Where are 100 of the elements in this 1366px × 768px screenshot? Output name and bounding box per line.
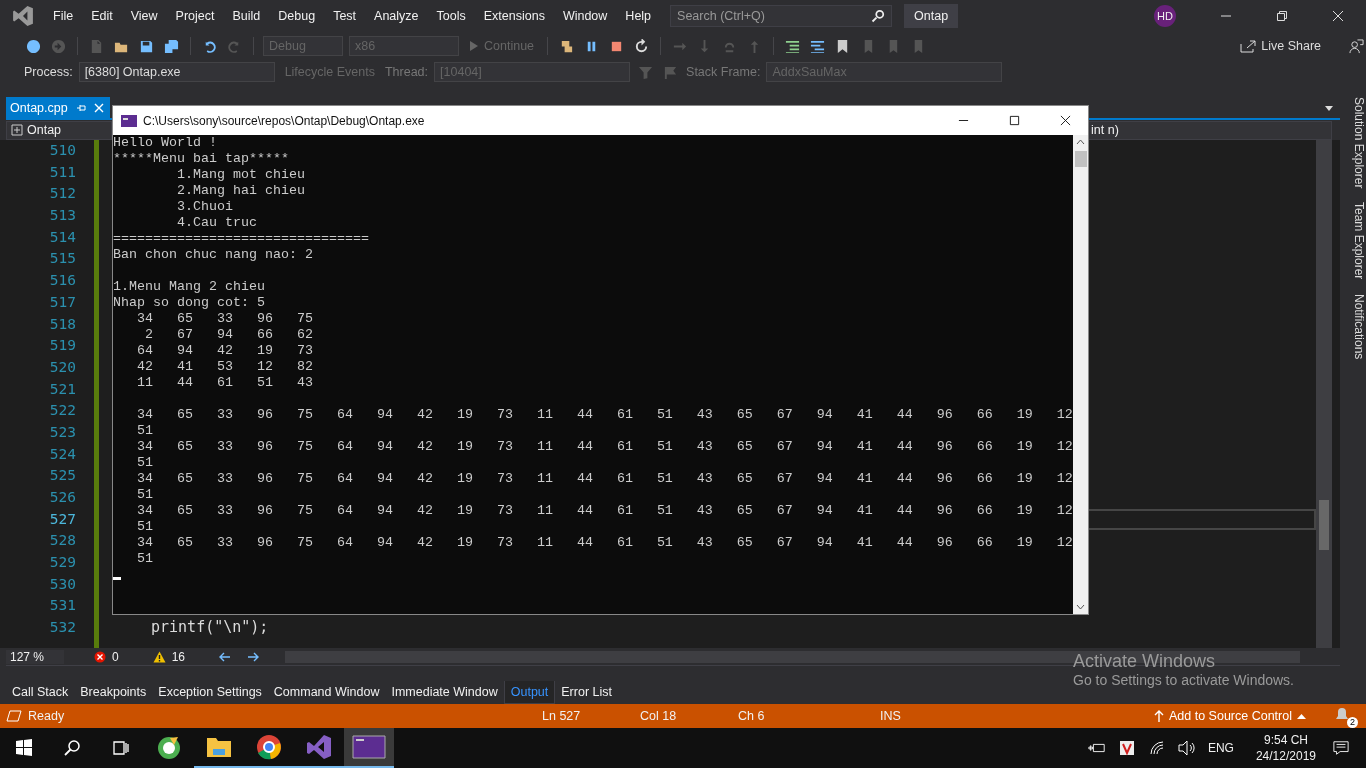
tool-window-tab[interactable]: Call Stack	[6, 681, 75, 703]
upload-arrow-icon	[1154, 710, 1164, 722]
clock-date: 24/12/2019	[1255, 748, 1316, 764]
line-number: 530	[48, 574, 77, 594]
windows-start-icon[interactable]	[14, 738, 34, 758]
line-number: 531	[48, 596, 77, 616]
console-line: Ban chon chuc nang nao: 2	[113, 247, 314, 263]
forward-arrow-icon[interactable]	[247, 651, 260, 662]
warning-icon	[152, 650, 166, 663]
search-icon	[871, 9, 886, 23]
restart-icon[interactable]	[634, 38, 650, 54]
console-line: 1.Mang mot chieu	[176, 167, 306, 183]
antivirus-icon[interactable]	[1117, 740, 1136, 756]
error-count[interactable]: 0	[112, 649, 119, 664]
warning-count[interactable]: 16	[171, 649, 186, 664]
menu-item[interactable]: Debug	[269, 9, 325, 23]
pin-icon[interactable]	[75, 102, 86, 113]
tool-window-tab[interactable]: Breakpoints	[74, 681, 153, 703]
side-panel-tab[interactable]: Solution Explorer	[1340, 97, 1366, 189]
restore-icon[interactable]	[1276, 10, 1288, 22]
clock-time: 9:54 CH	[1263, 732, 1308, 748]
project-dropdown[interactable]: Ontap	[6, 120, 112, 140]
search-icon[interactable]	[62, 738, 82, 758]
input-language[interactable]: ENG	[1207, 741, 1234, 755]
outdent-icon[interactable]	[810, 38, 826, 54]
search-field[interactable]: Search (Ctrl+Q)	[670, 5, 893, 27]
account-avatar[interactable]: HD	[1154, 5, 1176, 27]
member-dropdown[interactable]: int n)	[1086, 120, 1332, 140]
menu-item[interactable]: View	[121, 9, 167, 23]
scroll-thumb[interactable]	[1074, 151, 1087, 167]
clock[interactable]: 9:54 CH 24/12/2019	[1255, 732, 1316, 764]
menu-item[interactable]: Analyze	[365, 9, 428, 23]
console-line: 4.Cau truc	[176, 215, 258, 231]
save-all-icon[interactable]	[164, 38, 179, 54]
tool-window-tab[interactable]: Exception Settings	[152, 681, 268, 703]
console-line: Hello World !	[113, 135, 218, 151]
close-icon[interactable]	[1060, 115, 1071, 126]
process-dropdown[interactable]: [6380] Ontap.exe	[78, 62, 275, 82]
project-icon	[11, 124, 23, 136]
scroll-up-icon[interactable]	[1076, 139, 1085, 145]
share-icon	[1240, 39, 1257, 53]
speaker-icon[interactable]	[1177, 740, 1196, 756]
console-line: 34 65 33 96 75 64 94 42 19 73 11 44 61 51 43 65 67 94 41 44 96 66 19 12	[136, 503, 1073, 519]
menu-item[interactable]: Project	[166, 9, 224, 23]
console-line: 51	[136, 423, 154, 439]
line-number: 521	[48, 379, 77, 399]
console-line: 3.Chuoi	[176, 199, 234, 215]
line-number: 532	[48, 618, 77, 638]
feedback-icon[interactable]	[1349, 38, 1364, 54]
folder-icon	[206, 735, 232, 759]
status-text: Ready	[28, 709, 66, 723]
maximize-icon[interactable]	[1009, 115, 1020, 126]
task-view-icon[interactable]	[110, 738, 130, 758]
indent-icon[interactable]	[785, 38, 801, 54]
line-number: 520	[48, 357, 77, 377]
menu-item[interactable]: Edit	[82, 9, 122, 23]
dropdown-icon[interactable]	[1324, 103, 1334, 112]
studio-logo-icon	[306, 734, 332, 760]
console-app-icon	[121, 114, 137, 127]
menu-item[interactable]: Tools	[427, 9, 475, 23]
menu-item[interactable]: Extensions	[474, 9, 554, 23]
process-icon[interactable]	[559, 38, 575, 54]
scroll-down-icon[interactable]	[1076, 604, 1085, 610]
menu-item[interactable]: Test	[324, 9, 366, 23]
menu-item[interactable]: Build	[223, 9, 270, 23]
line-number: 527	[48, 509, 77, 529]
side-panel-tab[interactable]: Notifications	[1340, 293, 1366, 360]
action-center-icon[interactable]	[1332, 740, 1350, 756]
caret-icon	[1297, 713, 1306, 719]
tool-window-tab[interactable]: Error List	[555, 681, 618, 703]
source-control-button[interactable]: Add to Source Control	[1150, 709, 1310, 723]
console-scrollbar[interactable]	[1073, 135, 1088, 614]
menu-item[interactable]: Help	[616, 9, 661, 23]
tool-window-tab[interactable]: Output	[503, 680, 556, 704]
activation-title: Activate Windows	[1073, 651, 1217, 672]
save-icon[interactable]	[139, 38, 154, 54]
editor-scrollbar[interactable]	[1316, 140, 1332, 648]
line-indicator: Ln 527	[542, 709, 582, 723]
tool-window-tab[interactable]: Command Window	[267, 681, 386, 703]
solution-name: Ontap	[904, 4, 959, 28]
console-line: ================================	[113, 231, 370, 247]
tool-window-tab[interactable]: Immediate Window	[385, 681, 504, 703]
char-indicator: Ch 6	[738, 709, 766, 723]
document-tab[interactable]: Ontap.cpp	[6, 97, 110, 118]
zoom-dropdown[interactable]: 127 %	[6, 649, 64, 664]
line-number: 510	[48, 141, 77, 160]
console-line: 51	[136, 551, 154, 567]
notifications-button[interactable]: 2	[1334, 704, 1358, 728]
code-line: printf("\n");	[151, 618, 269, 637]
console-line: 34 65 33 96 75 64 94 42 19 73 11 44 61 51 43 65 67 94 41 44 96 66 19 12	[136, 407, 1073, 423]
play-icon	[469, 40, 479, 52]
menu-item[interactable]: File	[44, 9, 83, 23]
console-line: 2.Mang hai chieu	[176, 183, 306, 199]
wifi-icon[interactable]	[1147, 740, 1166, 756]
back-icon[interactable]	[26, 38, 41, 54]
menu-item[interactable]: Window	[553, 9, 617, 23]
side-panel-tab[interactable]: Team Explorer	[1340, 202, 1366, 280]
back-arrow-icon[interactable]	[219, 651, 232, 662]
line-number: 513	[48, 206, 77, 226]
live-share-button[interactable]: Live Share	[1236, 39, 1325, 53]
